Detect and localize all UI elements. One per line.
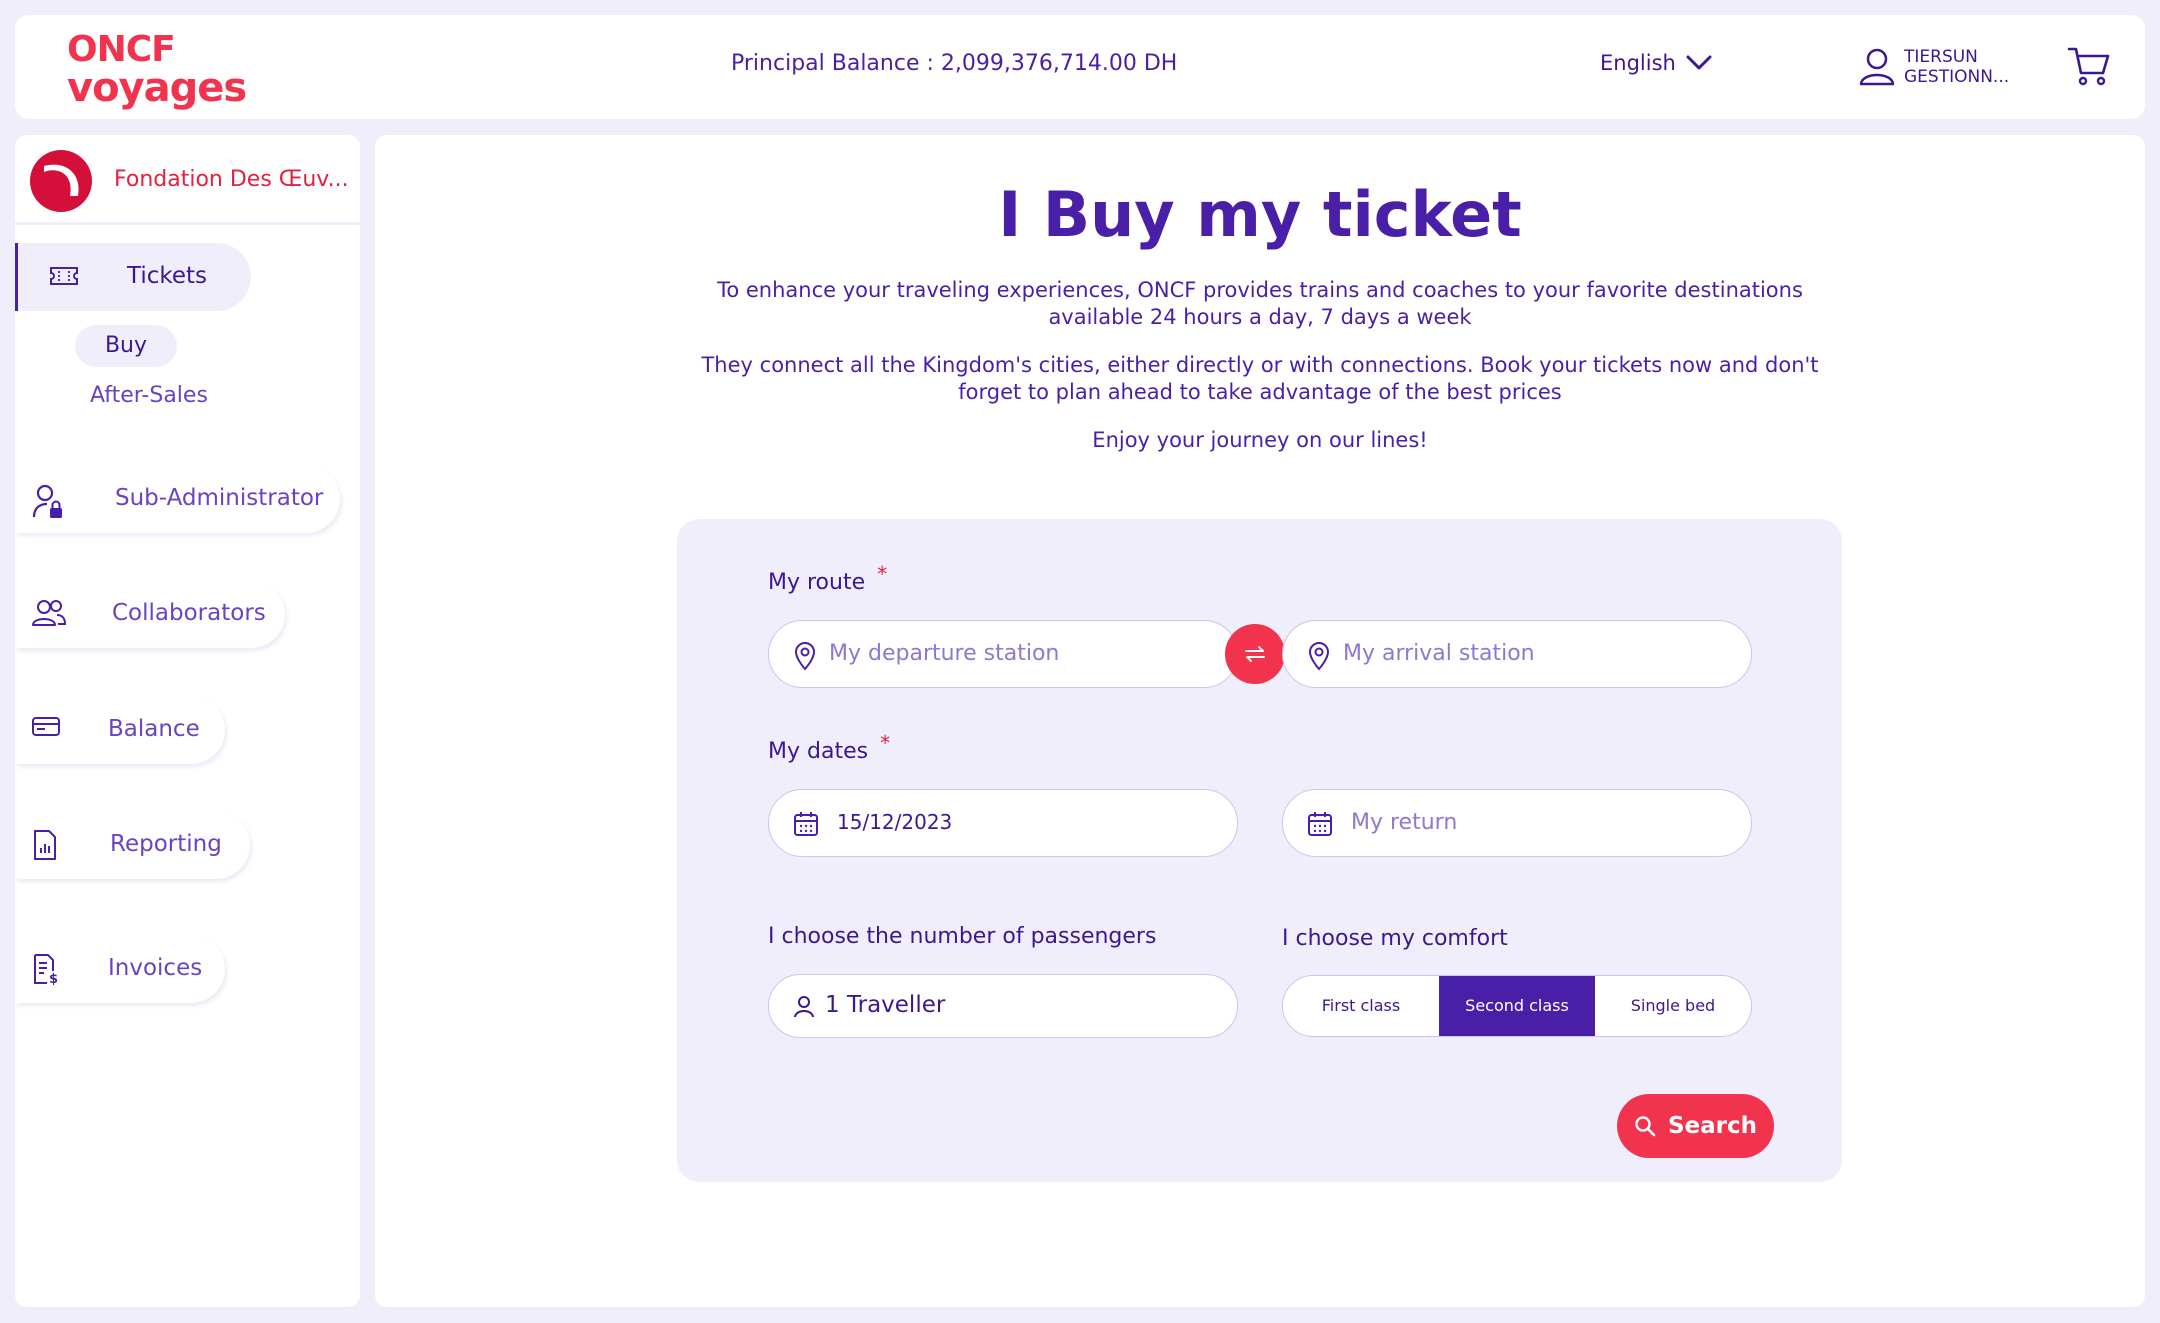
page-title: I Buy my ticket: [998, 178, 1522, 251]
departure-date-input[interactable]: 15/12/2023: [768, 789, 1238, 857]
departure-date-value: 15/12/2023: [837, 810, 953, 834]
chevron-down-icon: [1686, 55, 1712, 70]
return-date-input[interactable]: My return: [1282, 789, 1752, 857]
location-pin-icon: [794, 642, 816, 671]
sidebar-item-reporting[interactable]: Reporting: [15, 811, 250, 879]
sidebar-subitem-buy[interactable]: Buy: [75, 325, 177, 367]
wallet-card-icon: [32, 717, 60, 736]
oncf-swoosh-icon: [44, 164, 79, 196]
return-placeholder: My return: [1351, 810, 1458, 835]
required-mark: *: [880, 731, 891, 755]
required-mark: *: [877, 562, 888, 586]
users-icon: [32, 600, 67, 626]
dates-label: My dates *: [768, 731, 890, 764]
calendar-icon: [1308, 812, 1332, 836]
language-label: English: [1600, 51, 1676, 75]
search-button[interactable]: Search: [1617, 1094, 1774, 1158]
comfort-label: I choose my comfort: [1282, 926, 1508, 951]
logo-line-1: ONCF: [67, 29, 176, 70]
arrival-placeholder: My arrival station: [1343, 641, 1535, 666]
intro-paragraph-2: They connect all the Kingdom's cities, e…: [701, 353, 1819, 404]
user-icon: [1859, 48, 1895, 86]
sidebar-subitem-after-sales[interactable]: After-Sales: [90, 383, 208, 408]
user-name-line-2: GESTIONN...: [1904, 67, 2010, 87]
route-label: My route *: [768, 562, 887, 595]
departure-station-input[interactable]: My departure station: [768, 620, 1238, 688]
passengers-label: I choose the number of passengers: [768, 924, 1157, 949]
swap-stations-button[interactable]: [1225, 624, 1285, 684]
ticket-icon: [50, 267, 78, 285]
swap-arrows-icon: [1245, 646, 1265, 662]
user-name: TIERSUN GESTIONN...: [1904, 47, 2009, 87]
main-content: I Buy my ticket To enhance your travelin…: [375, 135, 2145, 1307]
route-label-text: My route: [768, 570, 866, 595]
user-account-menu[interactable]: TIERSUN GESTIONN...: [1858, 47, 2009, 87]
balance-label: Principal Balance :: [731, 51, 934, 76]
location-pin-icon: [1308, 642, 1330, 671]
logo-line-2: voyages: [67, 65, 247, 111]
arrival-station-input[interactable]: My arrival station: [1282, 620, 1752, 688]
invoice-icon: $: [34, 954, 58, 985]
user-name-line-1: TIERSUN: [1904, 47, 1978, 67]
principal-balance: Principal Balance : 2,099,376,714.00 DH: [731, 51, 1177, 76]
top-header: ONCF voyages Principal Balance : 2,099,3…: [15, 15, 2145, 119]
oncf-voyages-logo[interactable]: ONCF voyages: [67, 29, 257, 111]
cart-button[interactable]: [2067, 45, 2111, 91]
comfort-option-second-class[interactable]: Second class: [1439, 976, 1595, 1036]
organization-name: Fondation Des Œuv...: [114, 167, 349, 192]
sidebar: Fondation Des Œuv... Tickets Buy After-S…: [15, 135, 360, 1307]
sidebar-item-label: Collaborators: [112, 600, 266, 626]
intro-paragraph-3: Enjoy your journey on our lines!: [1092, 428, 1428, 452]
search-button-label: Search: [1667, 1113, 1758, 1139]
sidebar-item-collaborators[interactable]: Collaborators: [15, 580, 285, 648]
search-icon: [1635, 1116, 1656, 1137]
dates-label-text: My dates: [768, 739, 869, 764]
departure-placeholder: My departure station: [829, 641, 1060, 666]
organization-header[interactable]: Fondation Des Œuv...: [15, 135, 360, 225]
cart-icon: [2067, 47, 2110, 86]
passengers-selector[interactable]: 1 Traveller: [768, 974, 1238, 1038]
sidebar-item-label: Sub-Administrator: [115, 485, 324, 511]
sidebar-item-sub-administrator[interactable]: Sub-Administrator: [15, 465, 340, 533]
passengers-value: 1 Traveller: [825, 992, 946, 1018]
intro-paragraph-1: To enhance your traveling experiences, O…: [717, 278, 1803, 329]
sidebar-item-label: Balance: [108, 716, 200, 742]
comfort-option-first-class[interactable]: First class: [1283, 976, 1439, 1036]
calendar-icon: [794, 812, 818, 836]
sidebar-item-tickets[interactable]: Tickets: [15, 243, 251, 311]
user-lock-icon: [32, 484, 62, 518]
comfort-option-single-bed[interactable]: Single bed: [1595, 976, 1751, 1036]
organization-logo: [30, 150, 92, 212]
sidebar-item-label: Tickets: [127, 263, 208, 289]
person-icon: [794, 996, 814, 1018]
balance-value: 2,099,376,714.00 DH: [940, 51, 1178, 76]
report-chart-icon: [34, 830, 56, 860]
sidebar-item-label: Reporting: [110, 831, 222, 857]
sidebar-item-label: Invoices: [108, 955, 203, 981]
comfort-segmented-control: First class Second class Single bed: [1282, 975, 1752, 1037]
sidebar-item-balance[interactable]: Balance: [15, 696, 225, 764]
svg-text:$: $: [49, 972, 58, 985]
sidebar-item-invoices[interactable]: $ Invoices: [15, 935, 225, 1003]
language-selector[interactable]: English: [1600, 51, 1712, 75]
